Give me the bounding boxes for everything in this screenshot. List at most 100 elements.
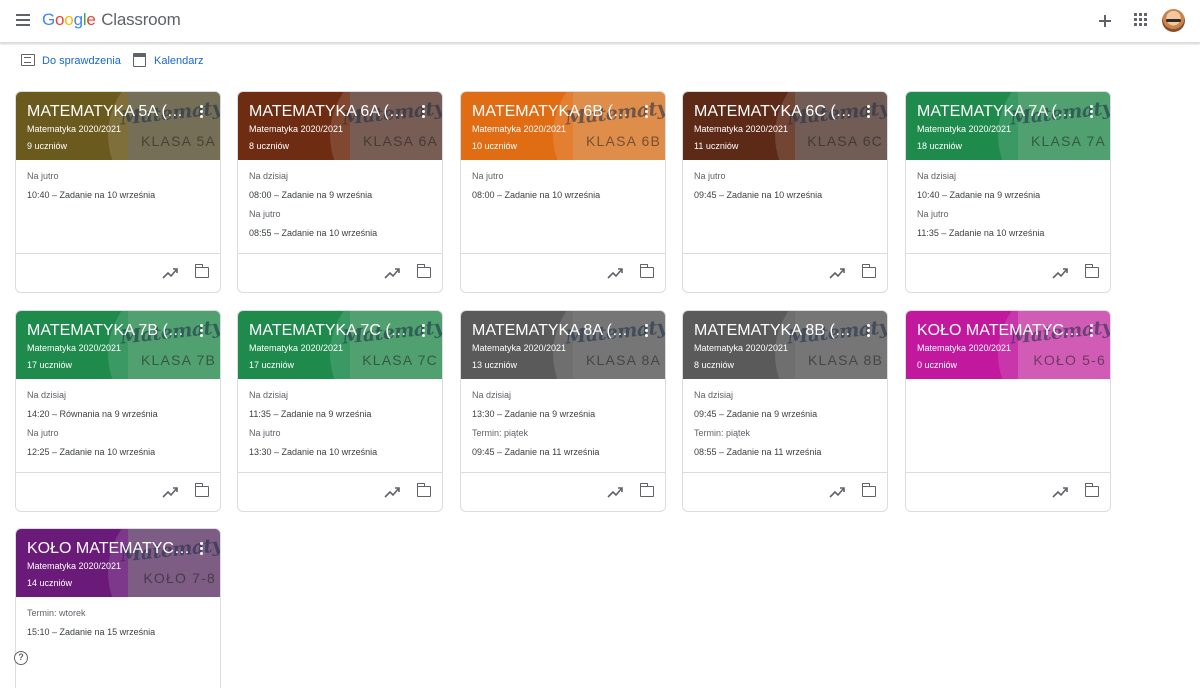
card-footer xyxy=(683,472,887,511)
gradebook-trend-icon[interactable] xyxy=(829,485,845,499)
banner-class-label: KLASA 7B xyxy=(141,352,216,368)
google-classroom-logo[interactable]: Google Classroom xyxy=(42,10,181,30)
class-title[interactable]: MATEMATYKA 8B (20… xyxy=(694,322,857,340)
to-review-link[interactable]: Do sprawdzenia xyxy=(21,52,121,72)
main-menu-icon[interactable] xyxy=(14,11,34,31)
drive-folder-icon[interactable] xyxy=(639,483,654,497)
assignment-title: 15:10 – Zadanie na 15 września xyxy=(27,627,156,637)
drive-folder-icon[interactable] xyxy=(416,264,431,278)
upcoming-assignment[interactable]: Na dzisiaj 11:35 – Zadanie na 9 września xyxy=(249,390,439,420)
class-card[interactable]: Matematyka KLASA 8B MATEMATYKA 8B (20… M… xyxy=(682,310,888,512)
more-options-icon[interactable] xyxy=(866,324,872,338)
gradebook-trend-icon[interactable] xyxy=(384,266,400,280)
upcoming-assignment[interactable]: Na jutro 13:30 – Zadanie na 10 września xyxy=(249,428,439,458)
class-card[interactable]: Matematyka KOŁO 5-6 KOŁO MATEMATYCZ… Mat… xyxy=(905,310,1111,512)
more-options-icon[interactable] xyxy=(1089,324,1095,338)
class-banner[interactable]: Matematyka KOŁO 5-6 KOŁO MATEMATYCZ… Mat… xyxy=(906,311,1110,379)
drive-folder-icon[interactable] xyxy=(1084,264,1099,278)
upcoming-assignment[interactable]: Na dzisiaj 14:20 – Równania na 9 wrześni… xyxy=(27,390,217,420)
upcoming-assignment[interactable]: Na jutro 12:25 – Zadanie na 10 września xyxy=(27,428,217,458)
upcoming-assignment[interactable]: Termin: piątek 09:45 – Zadanie na 11 wrz… xyxy=(472,428,662,458)
drive-folder-icon[interactable] xyxy=(194,483,209,497)
help-icon[interactable]: ? xyxy=(14,651,28,665)
class-banner[interactable]: Matematyka KLASA 6B MATEMATYKA 6B (20… M… xyxy=(461,92,665,160)
calendar-link[interactable]: Kalendarz xyxy=(133,52,213,72)
class-card[interactable]: Matematyka KLASA 6A MATEMATYKA 6A (20… M… xyxy=(237,91,443,293)
class-banner[interactable]: Matematyka KLASA 6A MATEMATYKA 6A (20… M… xyxy=(238,92,442,160)
class-card[interactable]: Matematyka KLASA 6B MATEMATYKA 6B (20… M… xyxy=(460,91,666,293)
upcoming-assignment[interactable]: Na jutro 09:45 – Zadanie na 10 września xyxy=(694,171,884,201)
class-card[interactable]: Matematyka KLASA 7C MATEMATYKA 7C (2… Ma… xyxy=(237,310,443,512)
class-section: Matematyka 2020/2021 xyxy=(27,561,122,571)
drive-folder-icon[interactable] xyxy=(416,483,431,497)
drive-folder-icon[interactable] xyxy=(639,264,654,278)
upcoming-assignment[interactable]: Na dzisiaj 13:30 – Zadanie na 9 września xyxy=(472,390,662,420)
upcoming-assignment[interactable]: Na dzisiaj 10:40 – Zadanie na 9 września xyxy=(917,171,1107,201)
class-title[interactable]: MATEMATYKA 6A (20… xyxy=(249,103,412,121)
drive-folder-icon[interactable] xyxy=(861,264,876,278)
gradebook-trend-icon[interactable] xyxy=(607,266,623,280)
gradebook-trend-icon[interactable] xyxy=(162,266,178,280)
product-name: Classroom xyxy=(101,10,181,29)
class-banner[interactable]: Matematyka KLASA 5A MATEMATYKA 5A (20… M… xyxy=(16,92,220,160)
class-card[interactable]: Matematyka KLASA 7A MATEMATYKA 7A (20… M… xyxy=(905,91,1111,293)
upcoming-assignment[interactable]: Termin: wtorek 15:10 – Zadanie na 15 wrz… xyxy=(27,608,217,638)
class-section: Matematyka 2020/2021 xyxy=(472,343,567,353)
upcoming-assignment[interactable]: Na jutro 08:55 – Zadanie na 10 września xyxy=(249,209,439,239)
class-title[interactable]: KOŁO MATEMATYCZ… xyxy=(917,322,1080,340)
banner-class-label: KLASA 8B xyxy=(808,352,883,368)
class-section: Matematyka 2020/2021 xyxy=(27,124,122,134)
class-banner[interactable]: Matematyka KLASA 8A MATEMATYKA 8A (20… M… xyxy=(461,311,665,379)
upcoming-assignment[interactable]: Na dzisiaj 09:45 – Zadanie na 9 września xyxy=(694,390,884,420)
upcoming-assignment[interactable]: Na dzisiaj 08:00 – Zadanie na 9 września xyxy=(249,171,439,201)
more-options-icon[interactable] xyxy=(866,105,872,119)
class-title[interactable]: MATEMATYKA 6B (20… xyxy=(472,103,635,121)
class-title[interactable]: KOŁO MATEMATYCZ… xyxy=(27,540,190,558)
drive-folder-icon[interactable] xyxy=(1084,483,1099,497)
gradebook-trend-icon[interactable] xyxy=(162,485,178,499)
google-apps-icon[interactable] xyxy=(1134,13,1148,27)
upcoming-assignment[interactable]: Na jutro 11:35 – Zadanie na 10 września xyxy=(917,209,1107,239)
class-title[interactable]: MATEMATYKA 7A (20… xyxy=(917,103,1080,121)
more-options-icon[interactable] xyxy=(1089,105,1095,119)
more-options-icon[interactable] xyxy=(644,324,650,338)
more-options-icon[interactable] xyxy=(199,324,205,338)
class-banner[interactable]: Matematyka KOŁO 7-8 KOŁO MATEMATYCZ… Mat… xyxy=(16,529,220,597)
assignment-due-label: Termin: wtorek xyxy=(27,608,86,618)
gradebook-trend-icon[interactable] xyxy=(607,485,623,499)
class-title[interactable]: MATEMATYKA 8A (20… xyxy=(472,322,635,340)
gradebook-trend-icon[interactable] xyxy=(1052,266,1068,280)
class-banner[interactable]: Matematyka KLASA 7C MATEMATYKA 7C (2… Ma… xyxy=(238,311,442,379)
drive-folder-icon[interactable] xyxy=(194,264,209,278)
gradebook-trend-icon[interactable] xyxy=(384,485,400,499)
create-join-class-icon[interactable] xyxy=(1096,11,1116,31)
class-card[interactable]: Matematyka KOŁO 7-8 KOŁO MATEMATYCZ… Mat… xyxy=(15,528,221,688)
student-count: 11 uczniów xyxy=(694,141,739,151)
class-title[interactable]: MATEMATYKA 6C (2… xyxy=(694,103,857,121)
class-title[interactable]: MATEMATYKA 5A (20… xyxy=(27,103,190,121)
class-card[interactable]: Matematyka KLASA 6C MATEMATYKA 6C (2… Ma… xyxy=(682,91,888,293)
class-card[interactable]: Matematyka KLASA 7B MATEMATYKA 7B (20… M… xyxy=(15,310,221,512)
class-banner[interactable]: Matematyka KLASA 8B MATEMATYKA 8B (20… M… xyxy=(683,311,887,379)
upcoming-assignment[interactable]: Termin: piątek 08:55 – Zadanie na 11 wrz… xyxy=(694,428,884,458)
class-banner[interactable]: Matematyka KLASA 7A MATEMATYKA 7A (20… M… xyxy=(906,92,1110,160)
class-card[interactable]: Matematyka KLASA 8A MATEMATYKA 8A (20… M… xyxy=(460,310,666,512)
more-options-icon[interactable] xyxy=(199,542,205,556)
account-avatar[interactable] xyxy=(1162,9,1185,32)
upcoming-assignment[interactable]: Na jutro 10:40 – Zadanie na 10 września xyxy=(27,171,217,201)
class-banner[interactable]: Matematyka KLASA 6C MATEMATYKA 6C (2… Ma… xyxy=(683,92,887,160)
class-card[interactable]: Matematyka KLASA 5A MATEMATYKA 5A (20… M… xyxy=(15,91,221,293)
gradebook-trend-icon[interactable] xyxy=(829,266,845,280)
more-options-icon[interactable] xyxy=(199,105,205,119)
banner-class-label: KLASA 7C xyxy=(362,352,438,368)
more-options-icon[interactable] xyxy=(421,105,427,119)
class-banner[interactable]: Matematyka KLASA 7B MATEMATYKA 7B (20… M… xyxy=(16,311,220,379)
class-title[interactable]: MATEMATYKA 7C (2… xyxy=(249,322,412,340)
student-count: 8 uczniów xyxy=(694,360,735,370)
drive-folder-icon[interactable] xyxy=(861,483,876,497)
upcoming-assignment[interactable]: Na jutro 08:00 – Zadanie na 10 września xyxy=(472,171,662,201)
more-options-icon[interactable] xyxy=(644,105,650,119)
more-options-icon[interactable] xyxy=(421,324,427,338)
class-title[interactable]: MATEMATYKA 7B (20… xyxy=(27,322,190,340)
gradebook-trend-icon[interactable] xyxy=(1052,485,1068,499)
